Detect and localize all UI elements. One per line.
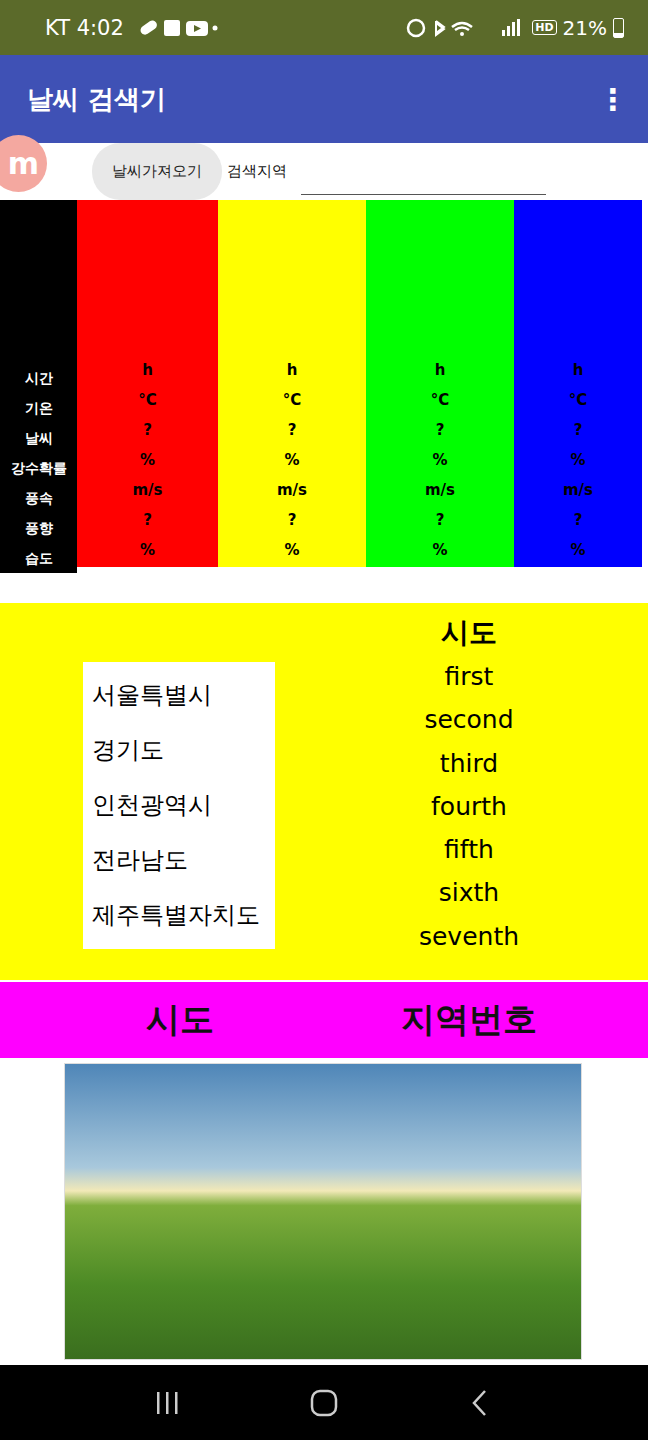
toolbar: m날씨가져오기검색지역 (0, 143, 648, 200)
forecast-cell: ? (514, 505, 642, 535)
sido-item[interactable]: first (290, 655, 648, 698)
navigation-bar (0, 1365, 648, 1440)
battery-icon (613, 18, 624, 38)
fetch-weather-button[interactable]: 날씨가져오기 (92, 143, 222, 200)
forecast-cell: % (218, 445, 366, 475)
forecast-cell: m/s (218, 475, 366, 505)
forecast-cell: % (77, 535, 218, 565)
forecast-cell: °C (514, 385, 642, 415)
screen: KT 4:02 HD 21% 날씨 검색기 ⋮ m 날씨가져오기 검색지역시간기온날씨강수확률… (0, 0, 648, 1440)
logo-icon[interactable]: m (0, 135, 47, 192)
row-label: 습도 (0, 543, 77, 573)
sido-item[interactable]: fifth (290, 828, 648, 871)
overflow-menu[interactable]: ⋮ (598, 82, 628, 117)
forecast-cell: ? (218, 505, 366, 535)
forecast-cell: ? (77, 505, 218, 535)
sido-list: 시도firstsecondthirdfourthfifthsixthsevent… (290, 603, 648, 958)
sido-item[interactable]: fourth (290, 785, 648, 828)
home-icon[interactable] (309, 1388, 339, 1418)
sido-item[interactable]: third (290, 742, 648, 785)
forecast-column: h°C?%m/s?% (514, 200, 642, 567)
forecast-cell: ? (366, 415, 514, 445)
status-bar: KT 4:02 HD 21% (0, 0, 648, 55)
forecast-cell: m/s (77, 475, 218, 505)
forecast-cell: °C (366, 385, 514, 415)
region-item[interactable]: 전라남도 (92, 833, 275, 888)
app-title: 날씨 검색기 (27, 82, 166, 117)
forecast-cell: % (218, 535, 366, 565)
region-item[interactable]: 인천광역시 (92, 778, 275, 833)
row-label: 강수확률 (0, 453, 77, 483)
forecast-cell: h (366, 355, 514, 385)
hd-badge: HD (532, 20, 556, 35)
forecast-cell: ? (77, 415, 218, 445)
label-column: 시간기온날씨강수확률풍속풍향습도 (0, 200, 77, 573)
forecast-cell: °C (77, 385, 218, 415)
back-icon[interactable] (465, 1388, 495, 1418)
sido-item[interactable]: sixth (290, 871, 648, 914)
forecast-cell: % (514, 445, 642, 475)
forecast-cell: ? (514, 415, 642, 445)
forecast-cell: ? (366, 505, 514, 535)
sido-item[interactable]: seventh (290, 915, 648, 958)
forecast-cell: h (514, 355, 642, 385)
forecast-column: h°C?%m/s?% (218, 200, 366, 567)
forecast-column: h°C?%m/s?% (366, 200, 514, 567)
result-header: 시도지역번호 (0, 982, 648, 1058)
forecast-cell: m/s (366, 475, 514, 505)
recents-icon[interactable] (153, 1390, 183, 1416)
result-header-cell: 지역번호 (290, 997, 648, 1043)
row-label: 풍향 (0, 513, 77, 543)
weather-table: 시간기온날씨강수확률풍속풍향습도h°C?%m/s?%h°C?%m/s?%h°C?… (0, 200, 648, 573)
photo-area (0, 1058, 648, 1365)
row-label: 날씨 (0, 423, 77, 453)
region-item[interactable]: 경기도 (92, 723, 275, 778)
region-item[interactable]: 제주특별자치도 (92, 888, 275, 943)
region-item[interactable]: 서울특별시 (92, 668, 275, 723)
app-bar: 날씨 검색기 ⋮ (0, 55, 648, 143)
forecast-cell: % (77, 445, 218, 475)
battery-text: 21% (563, 16, 607, 40)
landscape-photo (64, 1063, 582, 1360)
forecast-cell: m/s (514, 475, 642, 505)
forecast-column: h°C?%m/s?% (77, 200, 218, 567)
search-input[interactable] (301, 162, 546, 195)
forecast-cell: ? (218, 415, 366, 445)
notification-icons (138, 17, 218, 39)
row-label: 풍속 (0, 483, 77, 513)
selection-panel: 서울특별시경기도인천광역시전라남도제주특별자치도시도firstsecondthi… (0, 603, 648, 980)
forecast-cell: °C (218, 385, 366, 415)
sido-header: 시도 (290, 610, 648, 655)
row-label: 시간 (0, 363, 77, 393)
sido-item[interactable]: second (290, 698, 648, 741)
search-label: 검색지역 (227, 162, 287, 181)
forecast-cell: h (218, 355, 366, 385)
row-label: 기온 (0, 393, 77, 423)
forecast-cell: h (77, 355, 218, 385)
system-icons (406, 17, 526, 39)
result-header-cell: 시도 (0, 997, 360, 1043)
status-time: KT 4:02 (45, 16, 124, 40)
forecast-cell: % (366, 535, 514, 565)
region-list: 서울특별시경기도인천광역시전라남도제주특별자치도 (83, 662, 275, 949)
forecast-cell: % (514, 535, 642, 565)
forecast-cell: % (366, 445, 514, 475)
